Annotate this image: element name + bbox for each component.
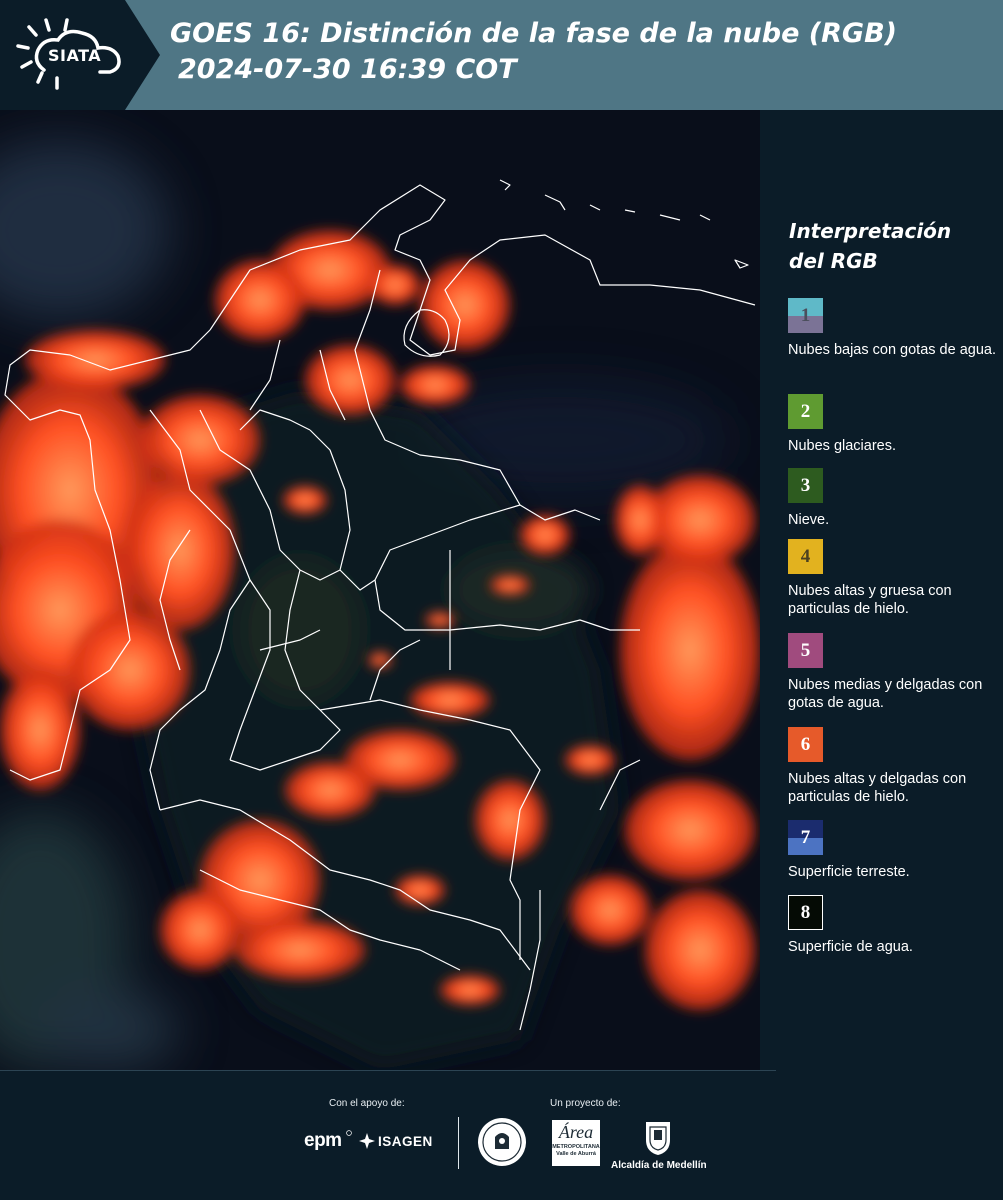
legend-num-7: 7 — [800, 826, 811, 848]
legend-swatch-4: 4 — [788, 539, 823, 574]
seal-icon — [478, 1118, 526, 1166]
legend-label-7: Superficie terreste. — [788, 864, 910, 880]
legend-swatch-6: 6 — [788, 727, 823, 762]
registered-icon — [346, 1130, 352, 1136]
legend-item-3: 3 Nieve. — [788, 468, 998, 529]
legend-item-1: 1 Nubes bajas con gotas de agua. — [788, 298, 998, 359]
isagen-mark-icon — [359, 1133, 375, 1149]
page-title: GOES 16: Distinción de la fase de la nub… — [170, 16, 897, 88]
legend-label-5: Nubes medias y delgadas con gotas de agu… — [788, 677, 983, 711]
legend-label-4: Nubes altas y gruesa con particulas de h… — [788, 583, 952, 617]
isagen-logo: ISAGEN — [378, 1134, 433, 1149]
alcaldia-label: Alcaldía de Medellín — [611, 1160, 707, 1171]
legend-label-2: Nubes glaciares. — [788, 438, 896, 454]
legend-item-8: 8 Superficie de agua. — [788, 895, 998, 956]
title-product: GOES 16: Distinción de la fase de la nub… — [170, 18, 897, 49]
title-timestamp: 2024-07-30 16:39 COT — [178, 54, 517, 85]
legend-swatch-7: 7 — [788, 820, 823, 855]
legend-swatch-2: 2 — [788, 394, 823, 429]
footer-separator — [0, 1070, 776, 1071]
legend-label-6: Nubes altas y delgadas con particulas de… — [788, 771, 967, 805]
legend-swatch-5: 5 — [788, 633, 823, 668]
satellite-image — [0, 110, 760, 1070]
footer-divider — [458, 1117, 459, 1169]
legend-num-1: 1 — [800, 304, 811, 326]
support-label: Con el apoyo de: — [329, 1098, 405, 1109]
legend-swatch-3: 3 — [788, 468, 823, 503]
epm-logo: epm — [304, 1130, 342, 1151]
legend-title: Interpretación del RGB — [789, 219, 952, 273]
legend-label-8: Superficie de agua. — [788, 939, 913, 955]
legend-label-1: Nubes bajas con gotas de agua. — [788, 342, 996, 358]
legend-item-5: 5 Nubes medias y delgadas con gotas de a… — [788, 633, 998, 712]
legend-item-2: 2 Nubes glaciares. — [788, 394, 998, 455]
siata-logo: SIATA — [0, 0, 160, 110]
legend-label-3: Nieve. — [788, 512, 830, 528]
project-label: Un proyecto de: — [550, 1098, 621, 1109]
legend-item-4: 4 Nubes altas y gruesa con particulas de… — [788, 539, 998, 618]
header-bar: SIATA GOES 16: Distinción de la fase de … — [0, 0, 1003, 110]
legend-item-6: 6 Nubes altas y delgadas con particulas … — [788, 727, 998, 806]
legend-item-7: 7 Superficie terreste. — [788, 820, 998, 881]
amva-sub1: METROPOLITANA — [552, 1144, 600, 1150]
coat-of-arms-icon — [646, 1122, 670, 1155]
satellite-map[interactable] — [0, 110, 760, 1070]
area-metropolitana-logo: Área METROPOLITANA Valle de Aburrá — [552, 1120, 600, 1166]
amva-word: Área — [558, 1122, 594, 1142]
legend-swatch-1: 1 — [788, 298, 823, 333]
legend-panel: Interpretación del RGB 1 Nubes bajas con… — [760, 110, 1003, 1070]
amva-sub2: Valle de Aburrá — [556, 1151, 596, 1157]
legend-swatch-8: 8 — [788, 895, 823, 930]
logo-text: SIATA — [48, 46, 102, 65]
footer: Con el apoyo de: Un proyecto de: epm ISA… — [0, 1070, 1003, 1200]
